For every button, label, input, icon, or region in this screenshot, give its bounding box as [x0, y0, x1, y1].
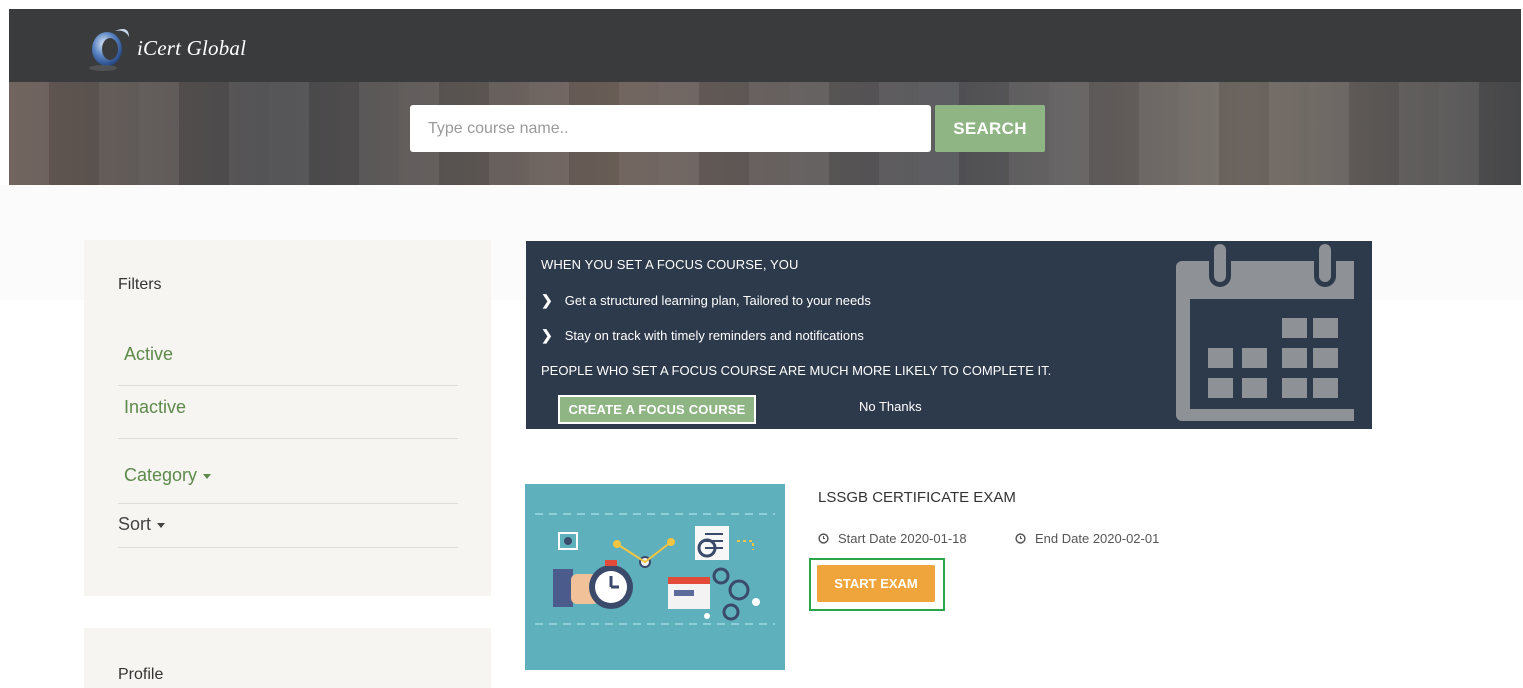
profile-title: Profile: [118, 666, 164, 683]
chevron-right-icon: ❯: [541, 292, 553, 308]
focus-bullet: ❯ Stay on track with timely reminders an…: [541, 327, 864, 344]
calendar-icon: [1176, 241, 1354, 421]
search-button[interactable]: SEARCH: [935, 105, 1045, 152]
brand-name: iCert Global: [137, 35, 247, 60]
focus-bullet-text: Get a structured learning plan, Tailored…: [564, 293, 871, 308]
filter-category-label: Category: [124, 465, 198, 485]
filter-active[interactable]: Active: [118, 333, 458, 386]
caret-down-icon: [157, 522, 166, 528]
clock-icon: [1015, 533, 1026, 544]
course-thumbnail[interactable]: [525, 484, 785, 670]
focus-bullet-text: Stay on track with timely reminders and …: [564, 328, 864, 343]
start-date: Start Date 2020-01-18: [818, 531, 967, 546]
course-search-input[interactable]: [410, 105, 931, 152]
no-thanks-link[interactable]: No Thanks: [859, 399, 922, 414]
top-navbar: iCert Global: [9, 9, 1521, 82]
clock-icon: [818, 533, 829, 544]
filter-active-label: Active: [124, 344, 174, 364]
profile-panel: Profile: [84, 628, 491, 688]
focus-course-banner: WHEN YOU SET A FOCUS COURSE, YOU ❯ Get a…: [526, 241, 1372, 429]
filter-category-dropdown[interactable]: Category: [118, 451, 458, 504]
brand-logo[interactable]: iCert Global: [85, 23, 246, 73]
end-date-text: End Date 2020-02-01: [1035, 531, 1160, 546]
filter-inactive[interactable]: Inactive: [118, 386, 458, 439]
filters-panel: Filters Active Inactive Category Sort: [84, 240, 491, 596]
focus-people-text: PEOPLE WHO SET A FOCUS COURSE ARE MUCH M…: [541, 363, 1052, 378]
start-exam-button[interactable]: START EXAM: [817, 565, 935, 602]
filters-title: Filters: [118, 276, 162, 293]
sort-label: Sort: [118, 514, 152, 534]
chevron-right-icon: ❯: [541, 327, 553, 343]
focus-bullet: ❯ Get a structured learning plan, Tailor…: [541, 292, 871, 309]
end-date: End Date 2020-02-01: [1015, 531, 1159, 546]
start-date-text: Start Date 2020-01-18: [838, 531, 967, 546]
focus-heading: WHEN YOU SET A FOCUS COURSE, YOU: [541, 257, 799, 272]
filter-inactive-label: Inactive: [124, 397, 187, 417]
create-focus-course-button[interactable]: CREATE A FOCUS COURSE: [558, 395, 756, 424]
caret-down-icon: [203, 473, 212, 479]
course-title[interactable]: LSSGB CERTIFICATE EXAM: [818, 489, 1016, 506]
logo-icon: [89, 29, 129, 71]
sort-dropdown[interactable]: Sort: [118, 504, 458, 548]
